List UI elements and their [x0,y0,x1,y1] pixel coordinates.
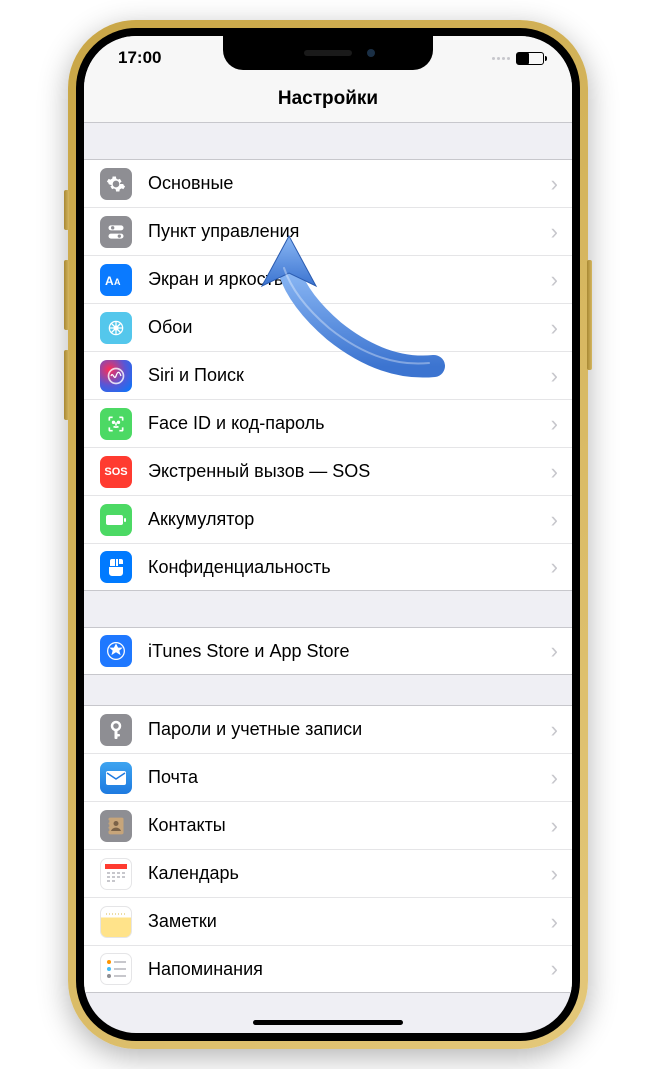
battery-icon [516,52,544,65]
chevron-right-icon: › [545,909,572,935]
contacts-icon [100,810,132,842]
notch [223,36,433,70]
settings-row-passwords[interactable]: Пароли и учетные записи› [84,705,572,753]
side-button [587,260,592,370]
chevron-right-icon: › [545,171,572,197]
row-label: Напоминания [148,959,545,980]
chevron-right-icon: › [545,315,572,341]
volume-up-button [64,260,69,330]
row-label: Siri и Поиск [148,365,545,386]
calendar-icon [100,858,132,890]
chevron-right-icon: › [545,507,572,533]
row-label: Пароли и учетные записи [148,719,545,740]
row-label: Контакты [148,815,545,836]
siri-icon [100,360,132,392]
row-label: Экстренный вызов — SOS [148,461,545,482]
nav-header: Настройки [84,80,572,123]
row-label: Основные [148,173,545,194]
settings-row-sos[interactable]: SOS Экстренный вызов — SOS› [84,447,572,495]
settings-row-wallpaper[interactable]: Обои› [84,303,572,351]
status-time: 17:00 [118,48,161,68]
settings-row-battery[interactable]: Аккумулятор› [84,495,572,543]
chevron-right-icon: › [545,219,572,245]
home-indicator[interactable] [253,1020,403,1025]
row-label: Обои [148,317,545,338]
volume-down-button [64,350,69,420]
mail-icon [100,762,132,794]
chevron-right-icon: › [545,956,572,982]
row-label: Почта [148,767,545,788]
row-label: Заметки [148,911,545,932]
settings-row-notes[interactable]: Заметки› [84,897,572,945]
display-icon: AA [100,264,132,296]
settings-row-reminders[interactable]: Напоминания› [84,945,572,993]
status-right [492,52,544,65]
key-icon [100,714,132,746]
settings-row-itunes[interactable]: iTunes Store и App Store› [84,627,572,675]
faceid-icon [100,408,132,440]
row-label: Пункт управления [148,221,545,242]
chevron-right-icon: › [545,813,572,839]
settings-row-control[interactable]: Пункт управления› [84,207,572,255]
settings-row-display[interactable]: AA Экран и яркость› [84,255,572,303]
chevron-right-icon: › [545,363,572,389]
toggles-icon [100,216,132,248]
chevron-right-icon: › [545,717,572,743]
row-label: Экран и яркость [148,269,545,290]
settings-list[interactable]: Основные›Пункт управления›AAЭкран и ярко… [84,123,572,1033]
chevron-right-icon: › [545,267,572,293]
settings-row-siri[interactable]: Siri и Поиск› [84,351,572,399]
phone-frame: 17:00 Настройки Основные›Пункт управлени… [68,20,588,1049]
svg-text:A: A [114,277,121,287]
row-label: Календарь [148,863,545,884]
chevron-right-icon: › [545,638,572,664]
page-title: Настройки [84,88,572,110]
row-label: iTunes Store и App Store [148,641,545,662]
settings-row-privacy[interactable]: Конфиденциальность› [84,543,572,591]
hand-icon [100,551,132,583]
chevron-right-icon: › [545,765,572,791]
sos-icon: SOS [100,456,132,488]
chevron-right-icon: › [545,554,572,580]
settings-row-faceid[interactable]: Face ID и код-пароль› [84,399,572,447]
wallpaper-icon [100,312,132,344]
reminders-icon [100,953,132,985]
appstore-icon [100,635,132,667]
gear-icon [100,168,132,200]
mute-switch [64,190,69,230]
chevron-right-icon: › [545,459,572,485]
chevron-right-icon: › [545,411,572,437]
settings-row-mail[interactable]: Почта› [84,753,572,801]
chevron-right-icon: › [545,861,572,887]
battery-icon [100,504,132,536]
row-label: Аккумулятор [148,509,545,530]
settings-row-calendar[interactable]: Календарь› [84,849,572,897]
settings-row-general[interactable]: Основные› [84,159,572,207]
svg-text:A: A [105,274,114,287]
row-label: Face ID и код-пароль [148,413,545,434]
screen: 17:00 Настройки Основные›Пункт управлени… [84,36,572,1033]
row-label: Конфиденциальность [148,557,545,578]
notes-icon [100,906,132,938]
page-dots-icon [492,57,510,60]
settings-row-contacts[interactable]: Контакты› [84,801,572,849]
